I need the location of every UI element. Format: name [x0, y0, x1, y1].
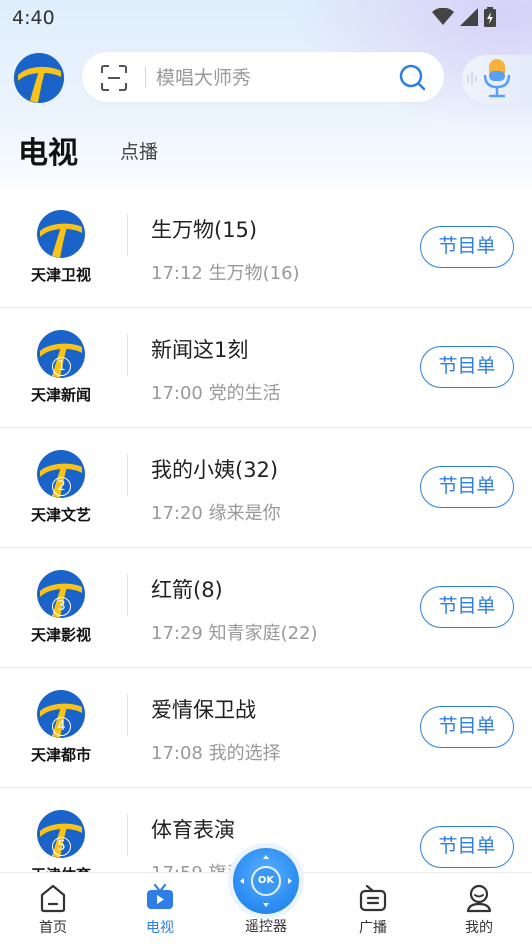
app-logo[interactable] [14, 53, 64, 103]
current-program: 生万物(15) [151, 218, 258, 242]
row-divider [127, 214, 128, 256]
status-icons [432, 7, 496, 27]
channel-number-badge: 5 [52, 837, 71, 856]
channel-logo: 4 天津都市 [16, 683, 106, 771]
channel-row[interactable]: 3 天津影视 红箭(8) 17:29 知青家庭(22) 节目单 [0, 548, 532, 668]
nav-home-label: 首页 [39, 920, 67, 936]
channel-row[interactable]: 4 天津都市 爱情保卫战 17:08 我的选择 节目单 [0, 668, 532, 788]
channel-name: 天津新闻 [30, 386, 91, 404]
next-program: 17:00 党的生活 [151, 383, 281, 404]
program-guide-button[interactable]: 节目单 [420, 826, 514, 868]
nav-mine-label: 我的 [465, 920, 493, 936]
channel-name: 天津文艺 [30, 506, 91, 524]
signal-icon [460, 8, 478, 26]
current-program: 体育表演 [151, 818, 235, 842]
channel-name: 天津影视 [30, 626, 91, 644]
home-icon [40, 884, 66, 913]
nav-mine[interactable]: 我的 [439, 873, 519, 947]
channel-number-badge: 2 [52, 477, 71, 496]
nav-tv[interactable]: 电视 [120, 873, 200, 947]
current-program: 新闻这1刻 [151, 338, 249, 362]
current-program: 爱情保卫战 [151, 698, 256, 722]
status-time: 4:40 [12, 7, 55, 29]
next-program: 17:08 我的选择 [151, 743, 281, 764]
wifi-icon [432, 8, 454, 25]
search-icon[interactable] [398, 63, 426, 91]
program-guide-button[interactable]: 节目单 [420, 466, 514, 508]
search-divider [145, 66, 146, 88]
row-divider [127, 334, 128, 376]
radio-icon [359, 884, 387, 912]
channel-logo: 3 天津影视 [16, 563, 106, 651]
row-divider [127, 454, 128, 496]
row-divider [127, 814, 128, 856]
channel-number-badge: 1 [52, 357, 71, 376]
program-guide-button[interactable]: 节目单 [420, 226, 514, 268]
status-bar: 4:40 [0, 0, 532, 36]
nav-tv-label: 电视 [146, 920, 174, 936]
tv-icon [147, 883, 173, 909]
channel-number-badge: 4 [52, 717, 71, 736]
search-bar[interactable] [82, 52, 444, 102]
remote-control-button[interactable]: OK [233, 848, 299, 914]
channel-row[interactable]: 天津卫视 生万物(15) 17:12 生万物(16) 节目单 [0, 188, 532, 308]
user-icon [466, 884, 492, 913]
battery-icon [484, 7, 496, 27]
channel-list: 天津卫视 生万物(15) 17:12 生万物(16) 节目单 1 天津新闻 新闻… [0, 188, 532, 908]
channel-logo-icon [37, 210, 85, 258]
channel-logo: 2 天津文艺 [16, 443, 106, 531]
channel-row[interactable]: 2 天津文艺 我的小姨(32) 17:20 缘来是你 节目单 [0, 428, 532, 548]
nav-radio[interactable]: 广播 [333, 873, 413, 947]
row-divider [127, 694, 128, 736]
current-program: 红箭(8) [151, 578, 223, 602]
ok-button: OK [251, 866, 281, 896]
tab-tv[interactable]: 电视 [18, 128, 78, 172]
next-program: 17:20 缘来是你 [151, 503, 281, 524]
next-program: 17:29 知青家庭(22) [151, 623, 318, 644]
next-program: 17:12 生万物(16) [151, 263, 300, 284]
tab-vod[interactable]: 点播 [120, 137, 158, 164]
program-guide-button[interactable]: 节目单 [420, 346, 514, 388]
row-divider [127, 574, 128, 616]
channel-number-badge: 3 [52, 597, 71, 616]
current-program: 我的小姨(32) [151, 458, 279, 482]
program-guide-button[interactable]: 节目单 [420, 706, 514, 748]
channel-logo: 天津卫视 [16, 203, 106, 291]
nav-radio-label: 广播 [359, 920, 387, 936]
channel-row[interactable]: 1 天津新闻 新闻这1刻 17:00 党的生活 节目单 [0, 308, 532, 428]
channel-name: 天津卫视 [30, 266, 91, 284]
nav-remote-label: 遥控器 [245, 919, 287, 935]
channel-logo: 1 天津新闻 [16, 323, 106, 411]
microphone-icon [467, 59, 511, 98]
scan-icon[interactable] [100, 64, 128, 92]
program-guide-button[interactable]: 节目单 [420, 586, 514, 628]
search-input[interactable] [154, 63, 388, 93]
voice-button[interactable] [462, 55, 532, 103]
channel-name: 天津都市 [30, 746, 91, 764]
nav-home[interactable]: 首页 [13, 873, 93, 947]
